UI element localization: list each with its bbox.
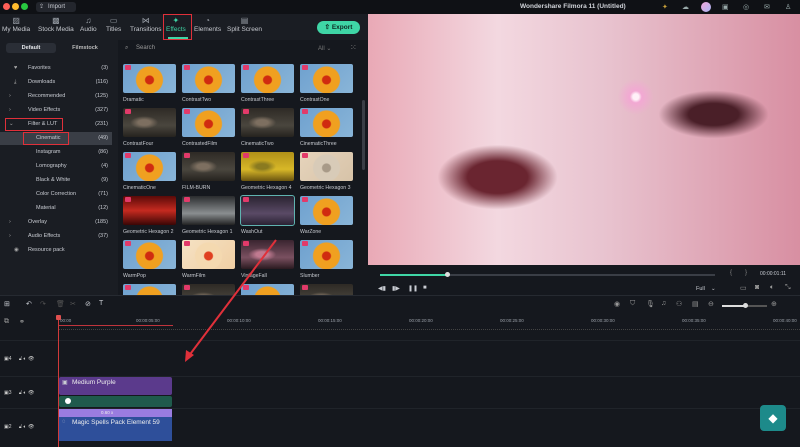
annotation-arrow xyxy=(185,239,277,362)
watermark-logo: ◆ xyxy=(760,405,786,431)
arrow-line xyxy=(187,239,277,358)
